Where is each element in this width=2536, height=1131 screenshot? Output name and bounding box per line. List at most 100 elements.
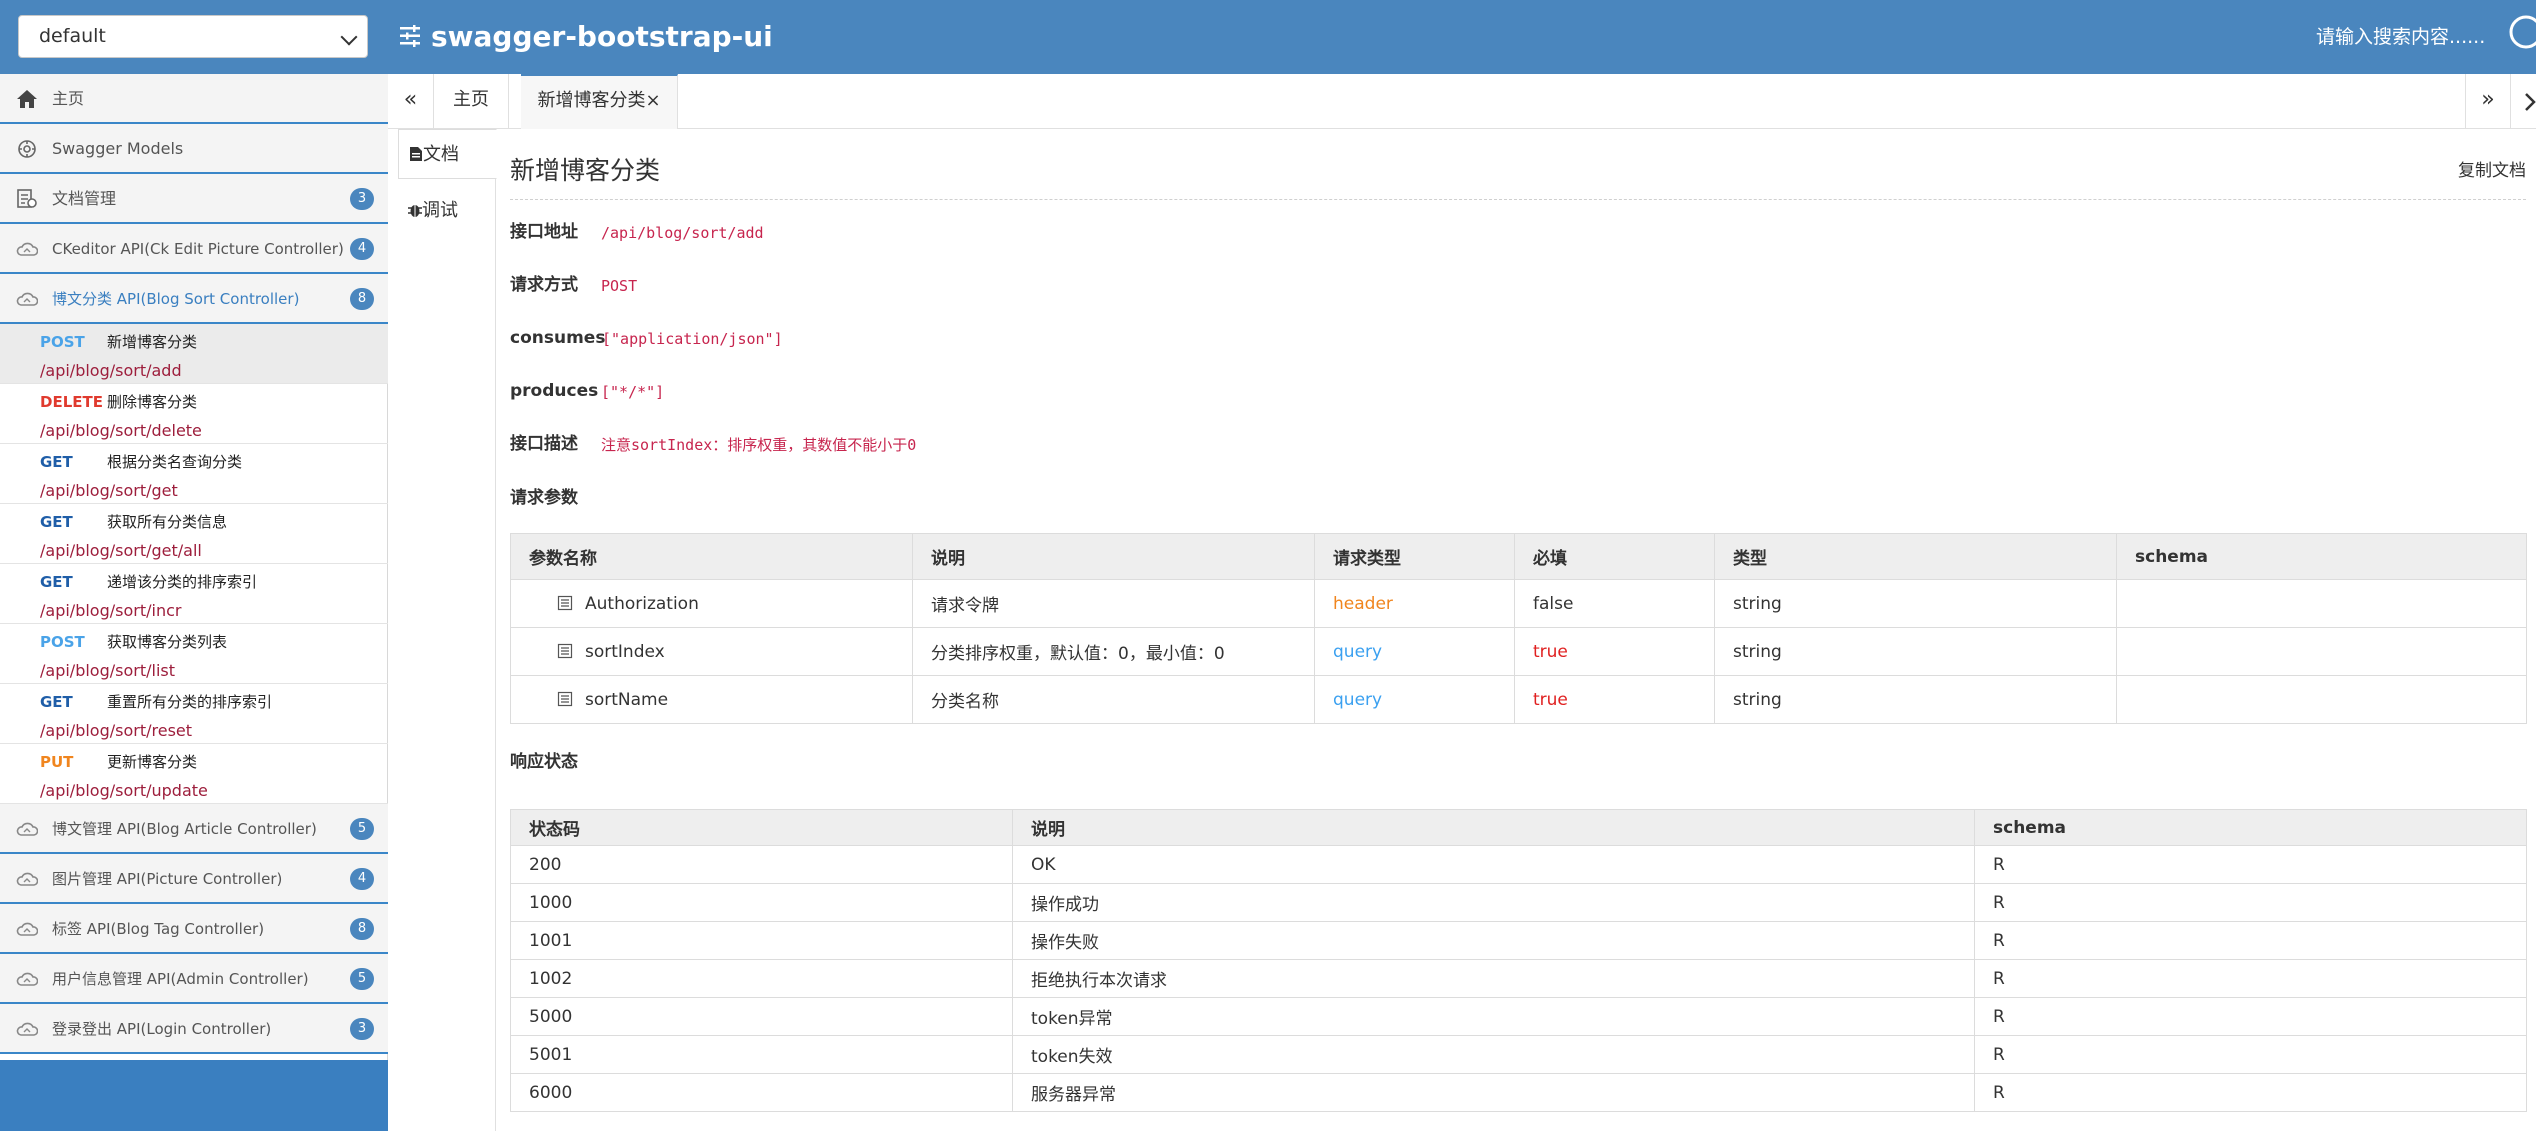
params-col-header: 请求类型 [1314,533,1515,580]
tab-debug[interactable]: 调试 [398,186,497,236]
tab-home[interactable]: 主页 [434,74,509,129]
responses-section-title: 响应状态 [510,752,578,772]
api-summary-label: 递增该分类的排序索引 [107,573,258,591]
params-header-row: 参数名称 说明 请求类型 必填 类型 schema [510,533,2527,580]
sidebar-menu-item[interactable]: 文档管理 3 [0,174,388,224]
doc-title: 新增博客分类 [510,156,661,185]
response-schema: R [1974,1073,2527,1112]
sidebar-menu-item[interactable]: 博文管理 API(Blog Article Controller) 5 [0,804,388,854]
sidebar-menu-label: 用户信息管理 API(Admin Controller) [52,970,309,988]
search-icon[interactable] [2500,12,2536,56]
list-icon [557,691,573,706]
param-name-cell: sortIndex [510,627,913,676]
count-badge: 4 [350,238,374,260]
param-desc: 请求令牌 [912,579,1315,628]
count-badge: 4 [350,868,374,890]
params-col-header: 类型 [1714,533,2117,580]
tab-menu-icon[interactable] [2524,92,2536,112]
params-table: 参数名称 说明 请求类型 必填 类型 schema Authorization 请求令牌 hea… [510,533,2527,724]
sidebar-api-item[interactable]: DELETE 删除博客分类/api/blog/sort/delete [0,384,388,444]
sidebar-api-item[interactable]: GET 递增该分类的排序索引/api/blog/sort/incr [0,564,388,624]
params-row: sortIndex 分类排序权重，默认值：0，最小值：0 query true stri… [510,627,2527,676]
param-required: false [1514,579,1715,628]
sidebar-menu-item[interactable]: 图片管理 API(Picture Controller) 4 [0,854,388,904]
response-row: 200 OK R [510,845,2527,884]
cloud-icon [16,1022,38,1036]
cloud-icon [16,292,38,306]
api-method-label: GET [40,573,73,591]
group-select[interactable]: default [18,15,368,58]
sidebar-menu-item[interactable]: 标签 API(Blog Tag Controller) 8 [0,904,388,954]
home-icon [17,90,37,108]
sidebar-menu-item[interactable]: 用户信息管理 API(Admin Controller) 5 [0,954,388,1004]
response-schema: R [1974,1035,2527,1074]
response-desc: token异常 [1012,997,1975,1036]
param-required: true [1514,675,1715,724]
params-row: sortName 分类名称 query true string [510,675,2527,724]
tab-debug-label: 调试 [422,200,458,221]
param-name: sortIndex [585,641,665,662]
cloud-icon [16,872,38,886]
sidebar-menu-label: CKeditor API(Ck Edit Picture Controller) [52,240,344,258]
api-summary-label: 获取所有分类信息 [107,513,228,531]
sidebar-api-item[interactable]: POST 获取博客分类列表/api/blog/sort/list [0,624,388,684]
param-name: Authorization [585,593,699,614]
tab-add-blog-sort[interactable]: 新增博客分类× [521,74,678,129]
param-in: header [1314,579,1515,628]
field-label: 接口地址 [510,222,578,242]
tab-scroll-left-button[interactable]: « [388,74,434,129]
cloud-icon [16,972,38,986]
response-desc: OK [1012,845,1975,884]
field-label: consumes [510,328,606,348]
doc-content: 新增博客分类 复制文档 请求参数 参数名称 说明 请求类型 必填 类型 schema Aut… [510,129,2527,1131]
copy-doc-button[interactable]: 复制文档 [2458,157,2526,185]
api-summary-label: 新增博客分类 [107,333,198,351]
sidebar-api-item[interactable]: POST 新增博客分类/api/blog/sort/add [0,324,388,384]
sidebar-menu-label: 标签 API(Blog Tag Controller) [52,920,265,938]
param-desc: 分类名称 [912,675,1315,724]
field-value: /api/blog/sort/add [601,224,764,242]
sidebar-menu-item[interactable]: Swagger Models [0,124,388,174]
api-path-label: /api/blog/sort/list [40,661,175,680]
count-badge: 3 [350,188,374,210]
response-schema: R [1974,845,2527,884]
tab-add-blog-sort-label: 新增博客分类 [537,90,646,111]
sidebar-menu-label: 登录登出 API(Login Controller) [52,1020,272,1038]
cloud-icon [16,242,38,256]
api-method-label: GET [40,453,73,471]
tab-scroll-right-button[interactable]: » [2465,74,2511,129]
sidebar-api-item[interactable]: GET 获取所有分类信息/api/blog/sort/get/all [0,504,388,564]
sidebar-menu-label: 博文分类 API(Blog Sort Controller) [52,290,300,308]
sidebar-menu-item[interactable]: 博文分类 API(Blog Sort Controller) 8 [0,274,388,324]
count-badge: 5 [350,968,374,990]
sidebar-menu-item[interactable]: CKeditor API(Ck Edit Picture Controller)… [0,224,388,274]
list-icon [557,595,573,610]
sidebar: 主页 Swagger Models 文档管理 3 CKeditor API(Ck Edi… [0,74,388,1131]
param-in: query [1314,675,1515,724]
menu-toggle-icon[interactable] [400,25,424,47]
response-row: 5001 token失效 R [510,1035,2527,1074]
api-summary-label: 获取博客分类列表 [107,633,228,651]
bug-icon [408,205,422,217]
param-name-cell: Authorization [510,579,913,628]
file-icon [410,147,422,161]
tab-doc[interactable]: 文档 [398,129,497,179]
sidebar-menu-label: Swagger Models [52,139,184,158]
count-badge: 8 [350,918,374,940]
count-badge: 5 [350,818,374,840]
params-section-title: 请求参数 [510,488,578,508]
field-value: 注意sortIndex：排序权重，其数值不能小于0 [601,436,917,454]
chevron-down-icon [340,28,358,46]
sidebar-api-item[interactable]: PUT 更新博客分类/api/blog/sort/update [0,744,388,804]
api-method-label: DELETE [40,393,103,411]
response-code: 1000 [510,883,1013,922]
response-row: 5000 token异常 R [510,997,2527,1036]
tab-close-icon[interactable]: × [645,90,660,111]
search-input[interactable]: 请输入搜索内容...... [2316,24,2485,50]
sidebar-menu-item[interactable]: 登录登出 API(Login Controller) 3 [0,1004,388,1054]
params-row: Authorization 请求令牌 header false string [510,579,2527,628]
param-schema [2116,579,2527,628]
sidebar-api-item[interactable]: GET 根据分类名查询分类/api/blog/sort/get [0,444,388,504]
sidebar-api-item[interactable]: GET 重置所有分类的排序索引/api/blog/sort/reset [0,684,388,744]
sidebar-menu-item[interactable]: 主页 [0,74,388,124]
